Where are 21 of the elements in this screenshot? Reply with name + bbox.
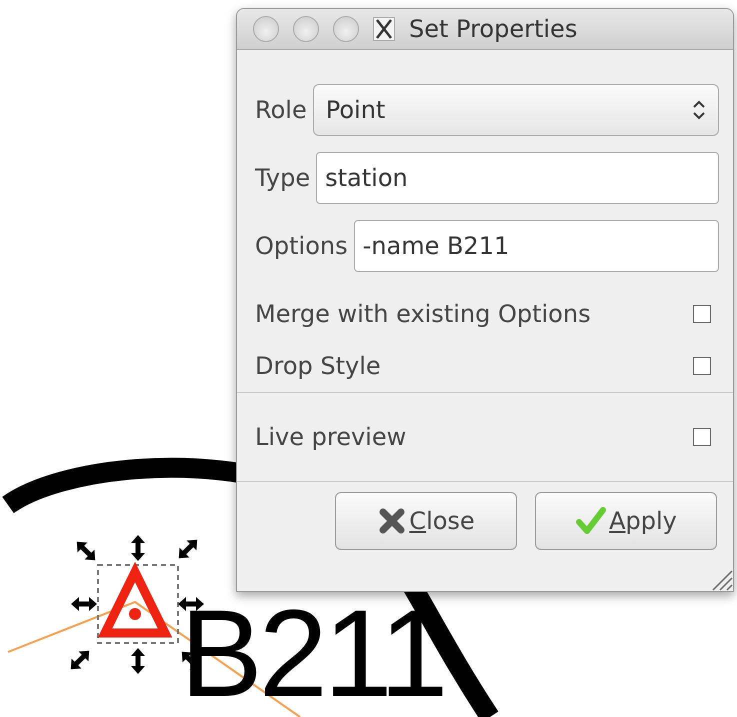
checkbox[interactable] xyxy=(693,305,711,323)
chevron-icon xyxy=(692,99,706,121)
option-label: Merge with existing Options xyxy=(255,300,591,328)
close-icon xyxy=(377,506,408,536)
field-label: Type xyxy=(255,164,310,192)
field-label: Role xyxy=(255,96,307,124)
input-field[interactable]: station xyxy=(316,152,719,204)
checkmark-icon xyxy=(575,506,608,536)
role-dropdown[interactable]: Point xyxy=(312,84,719,136)
checkbox[interactable] xyxy=(693,357,711,375)
window-title: Set Properties xyxy=(409,15,578,43)
option-label: Drop Style xyxy=(255,352,381,380)
checkbox[interactable] xyxy=(693,428,711,446)
x11-icon xyxy=(373,17,395,41)
apply-button[interactable]: Apply xyxy=(535,492,717,550)
resize-grip-icon[interactable] xyxy=(711,569,733,591)
input-field[interactable]: -name B211 xyxy=(354,220,719,272)
option-label: Live preview xyxy=(255,423,406,451)
close-button[interactable]: Close xyxy=(335,492,517,550)
triangle-marker-icon[interactable] xyxy=(98,562,172,638)
field-label: Options xyxy=(255,232,348,260)
